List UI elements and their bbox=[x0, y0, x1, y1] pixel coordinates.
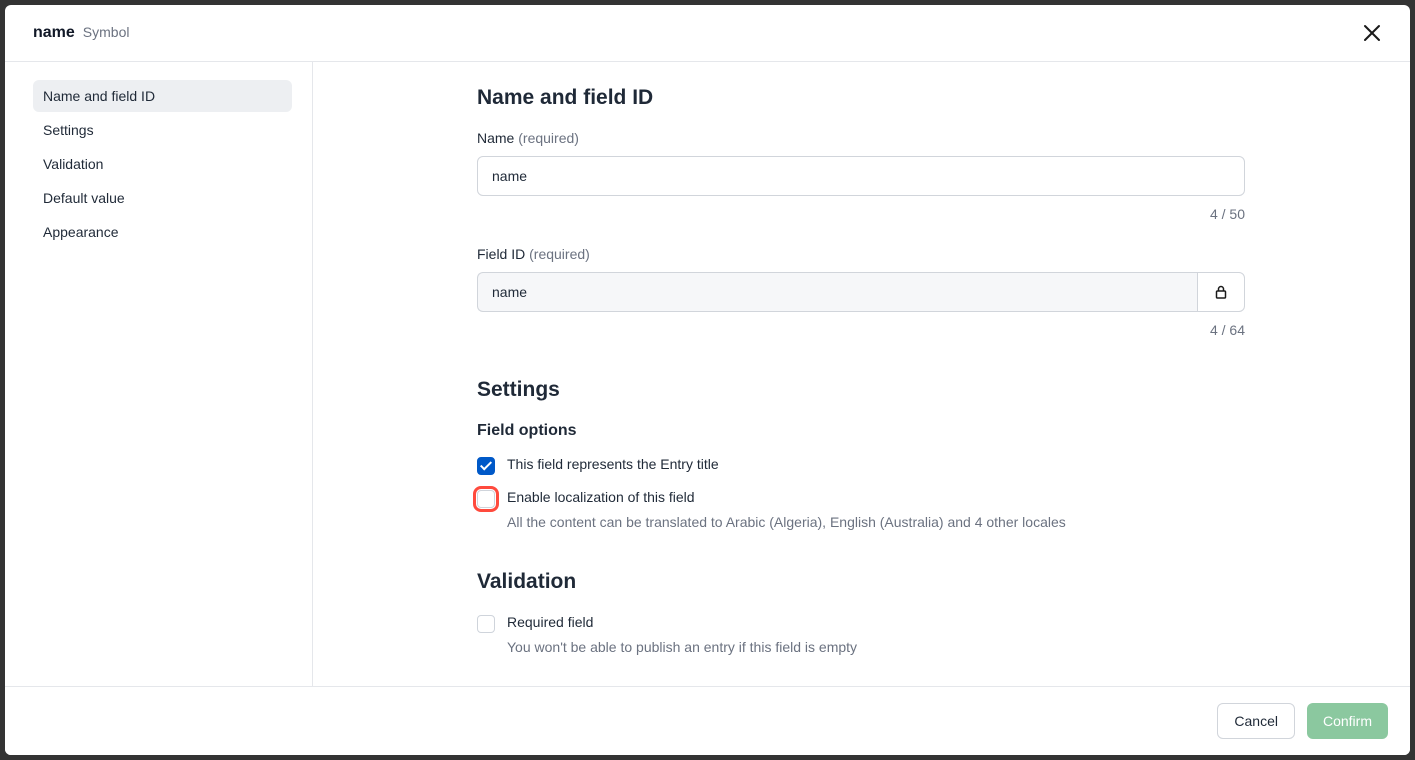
section-title-settings: Settings bbox=[477, 378, 1245, 402]
required-field-row: Required field bbox=[477, 614, 1245, 633]
close-icon bbox=[1363, 24, 1381, 42]
field-id-group: Field ID (required) 4 / 64 bbox=[477, 246, 1245, 338]
localization-checkbox[interactable] bbox=[477, 490, 495, 508]
validation-section: Validation Required field You won't be a… bbox=[477, 570, 1245, 655]
sidebar-item-default-value[interactable]: Default value bbox=[33, 182, 292, 214]
modal-footer: Cancel Confirm bbox=[5, 686, 1410, 755]
field-options-title: Field options bbox=[477, 422, 1245, 440]
entry-title-label: This field represents the Entry title bbox=[507, 456, 719, 472]
modal-header-title-group: name Symbol bbox=[33, 24, 129, 42]
cancel-button[interactable]: Cancel bbox=[1217, 703, 1295, 739]
modal-body: Name and field ID Settings Validation De… bbox=[5, 62, 1410, 686]
name-label: Name (required) bbox=[477, 130, 1245, 146]
confirm-button[interactable]: Confirm bbox=[1307, 703, 1388, 739]
entry-title-checkbox[interactable] bbox=[477, 457, 495, 475]
close-button[interactable] bbox=[1358, 19, 1386, 47]
modal-title: name bbox=[33, 24, 75, 42]
modal-dialog: name Symbol Name and field ID Settings V… bbox=[5, 5, 1410, 755]
lock-icon bbox=[1214, 285, 1228, 299]
field-id-label: Field ID (required) bbox=[477, 246, 1245, 262]
sidebar: Name and field ID Settings Validation De… bbox=[5, 62, 313, 686]
modal-type-label: Symbol bbox=[83, 24, 130, 40]
sidebar-item-settings[interactable]: Settings bbox=[33, 114, 292, 146]
settings-section: Settings Field options This field repres… bbox=[477, 378, 1245, 530]
localization-row: Enable localization of this field bbox=[477, 489, 1245, 508]
sidebar-item-name-and-field-id[interactable]: Name and field ID bbox=[33, 80, 292, 112]
entry-title-row: This field represents the Entry title bbox=[477, 456, 1245, 475]
field-id-char-count: 4 / 64 bbox=[477, 322, 1245, 338]
field-id-input-row bbox=[477, 272, 1245, 312]
field-id-required-hint: (required) bbox=[529, 246, 590, 262]
name-required-hint: (required) bbox=[518, 130, 579, 146]
main-content: Name and field ID Name (required) 4 / 50… bbox=[313, 62, 1410, 686]
name-field-group: Name (required) 4 / 50 bbox=[477, 130, 1245, 222]
localization-desc: All the content can be translated to Ara… bbox=[507, 514, 1245, 530]
sidebar-item-appearance[interactable]: Appearance bbox=[33, 216, 292, 248]
sidebar-item-validation[interactable]: Validation bbox=[33, 148, 292, 180]
name-label-text: Name bbox=[477, 130, 514, 146]
field-id-lock-button[interactable] bbox=[1197, 272, 1245, 312]
name-input[interactable] bbox=[477, 156, 1245, 196]
modal-header: name Symbol bbox=[5, 5, 1410, 62]
required-field-desc: You won't be able to publish an entry if… bbox=[507, 639, 1245, 655]
required-field-label: Required field bbox=[507, 614, 593, 630]
name-char-count: 4 / 50 bbox=[477, 206, 1245, 222]
required-field-checkbox[interactable] bbox=[477, 615, 495, 633]
section-title-validation: Validation bbox=[477, 570, 1245, 594]
section-title-name-field-id: Name and field ID bbox=[477, 86, 1370, 110]
field-id-input[interactable] bbox=[477, 272, 1197, 312]
localization-label: Enable localization of this field bbox=[507, 489, 695, 505]
field-id-label-text: Field ID bbox=[477, 246, 525, 262]
